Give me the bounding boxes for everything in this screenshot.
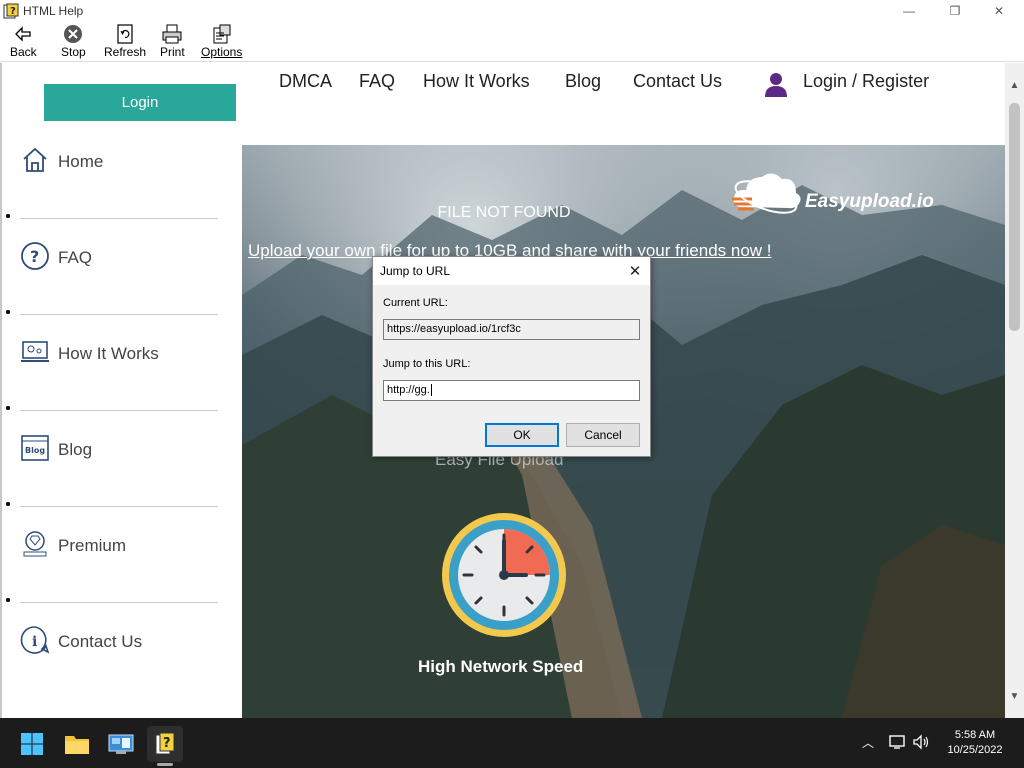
dialog-title: Jump to URL bbox=[380, 264, 451, 278]
diamond-icon bbox=[23, 531, 47, 557]
network-icon[interactable] bbox=[888, 734, 906, 750]
printer-icon bbox=[162, 24, 182, 44]
close-icon: ✕ bbox=[628, 263, 642, 280]
restore-icon: ❐ bbox=[949, 4, 961, 18]
high-network-speed-label: High Network Speed bbox=[418, 657, 584, 676]
list-bullet bbox=[6, 598, 10, 602]
stop-label: Stop bbox=[61, 45, 86, 59]
blog-icon: Blog bbox=[21, 435, 49, 461]
show-hidden-icons-chevron-icon[interactable]: ︿ bbox=[862, 734, 874, 751]
sidebar-item-blog[interactable]: Blog Blog bbox=[20, 411, 218, 507]
options-button[interactable]: Options bbox=[201, 24, 242, 62]
sidebar-item-faq[interactable]: ? FAQ bbox=[20, 219, 218, 315]
list-bullet bbox=[6, 214, 10, 218]
brand-name: Easyupload.io bbox=[805, 191, 934, 212]
dialog-titlebar: Jump to URL ✕ bbox=[373, 257, 650, 285]
nav-contact-us[interactable]: Contact Us bbox=[633, 71, 722, 92]
folder-icon bbox=[65, 736, 89, 754]
scroll-down-icon[interactable]: ▼ bbox=[1005, 688, 1024, 704]
svg-text:?: ? bbox=[30, 247, 39, 266]
help-app-icon: ? bbox=[155, 732, 175, 755]
start-button[interactable] bbox=[14, 726, 50, 762]
jump-url-input[interactable]: http://gg. bbox=[383, 380, 640, 401]
window-title: HTML Help bbox=[23, 4, 84, 18]
laptop-icon bbox=[21, 341, 49, 362]
sidebar-item-premium[interactable]: Premium bbox=[20, 507, 218, 603]
control-panel-icon bbox=[108, 734, 134, 754]
options-icon bbox=[213, 24, 231, 44]
nav-dmca[interactable]: DMCA bbox=[279, 71, 332, 92]
sidebar-item-home[interactable]: Home bbox=[20, 123, 218, 219]
minimize-button[interactable]: — bbox=[886, 0, 932, 22]
scroll-thumb[interactable] bbox=[1009, 103, 1020, 331]
back-button[interactable]: Back bbox=[10, 24, 37, 62]
minimize-icon: — bbox=[903, 4, 915, 18]
list-bullet bbox=[6, 502, 10, 506]
nav-faq[interactable]: FAQ bbox=[359, 71, 395, 92]
print-label: Print bbox=[160, 45, 185, 59]
svg-text:?: ? bbox=[163, 736, 171, 751]
jump-url-label: Jump to this URL: bbox=[383, 358, 471, 370]
info-chat-icon: i bbox=[20, 626, 50, 654]
home-icon bbox=[23, 147, 47, 172]
cancel-button[interactable]: Cancel bbox=[566, 423, 640, 447]
current-url-field[interactable]: https://easyupload.io/1rcf3c bbox=[383, 319, 640, 340]
maximize-button[interactable]: ❐ bbox=[932, 0, 978, 22]
sidebar-item-label: Premium bbox=[58, 536, 127, 555]
nav-login-register[interactable]: Login / Register bbox=[803, 71, 929, 92]
sidebar-item-label: How It Works bbox=[58, 344, 159, 363]
clock-icon bbox=[442, 513, 566, 637]
windows-taskbar: ? ︿ 5:58 AM 10/25/2022 bbox=[0, 718, 1024, 768]
current-url-label: Current URL: bbox=[383, 297, 448, 309]
stop-button[interactable]: Stop bbox=[61, 24, 86, 62]
window-titlebar: ? HTML Help — ❐ ✕ bbox=[0, 0, 1024, 22]
windows-start-icon bbox=[21, 733, 43, 755]
svg-text:Blog: Blog bbox=[25, 446, 45, 455]
clock-time: 5:58 AM bbox=[954, 729, 996, 741]
print-button[interactable]: Print bbox=[160, 24, 185, 62]
file-not-found-title: FILE NOT FOUND bbox=[437, 204, 571, 221]
refresh-button[interactable]: Refresh bbox=[104, 24, 146, 62]
back-label: Back bbox=[10, 45, 37, 59]
sidebar-item-label: FAQ bbox=[58, 248, 93, 267]
taskbar-file-explorer[interactable] bbox=[59, 726, 95, 762]
jump-url-value: http://gg. bbox=[387, 384, 430, 396]
system-clock[interactable]: 5:58 AM 10/25/2022 bbox=[940, 728, 1010, 758]
help-toolbar: Back Stop Refresh Print Options bbox=[0, 22, 1024, 62]
dialog-close-button[interactable]: ✕ bbox=[626, 262, 644, 280]
vertical-scrollbar[interactable]: ▲ ▼ bbox=[1005, 63, 1024, 718]
user-icon bbox=[765, 73, 787, 97]
site-top-nav: DMCA FAQ How It Works Blog Contact Us Lo… bbox=[242, 63, 1005, 145]
list-bullet bbox=[6, 310, 10, 314]
help-app-icon: ? bbox=[3, 3, 19, 19]
sidebar-item-label: Blog bbox=[58, 440, 93, 459]
svg-text:i: i bbox=[32, 634, 37, 650]
jump-to-url-dialog: Jump to URL ✕ Current URL: https://easyu… bbox=[372, 256, 651, 457]
site-sidebar: Login Home ? FAQ How It Works Blog Blog bbox=[0, 63, 242, 718]
taskbar-html-help[interactable]: ? bbox=[147, 726, 183, 762]
sidebar-login-button[interactable]: Login bbox=[44, 84, 236, 121]
scroll-up-icon[interactable]: ▲ bbox=[1005, 77, 1024, 93]
sidebar-item-label: Home bbox=[58, 152, 104, 171]
svg-text:?: ? bbox=[10, 6, 16, 17]
nav-blog[interactable]: Blog bbox=[565, 71, 601, 92]
refresh-icon bbox=[117, 24, 133, 44]
options-label: Options bbox=[201, 45, 243, 59]
nav-how-it-works[interactable]: How It Works bbox=[423, 71, 530, 92]
list-bullet bbox=[6, 406, 10, 410]
sidebar-item-how-it-works[interactable]: How It Works bbox=[20, 315, 218, 411]
volume-icon[interactable] bbox=[912, 734, 930, 750]
close-icon: ✕ bbox=[993, 4, 1005, 18]
taskbar-control-panel[interactable] bbox=[103, 726, 139, 762]
sidebar-item-contact-us[interactable]: i Contact Us bbox=[20, 603, 218, 699]
close-button[interactable]: ✕ bbox=[976, 0, 1022, 22]
clock-date: 10/25/2022 bbox=[947, 744, 1003, 756]
active-app-indicator bbox=[157, 763, 173, 766]
question-icon: ? bbox=[21, 242, 49, 270]
sidebar-item-label: Contact Us bbox=[58, 632, 143, 651]
ok-button[interactable]: OK bbox=[485, 423, 559, 447]
stop-icon bbox=[64, 25, 83, 43]
refresh-label: Refresh bbox=[104, 45, 147, 59]
back-arrow-icon bbox=[15, 26, 31, 42]
